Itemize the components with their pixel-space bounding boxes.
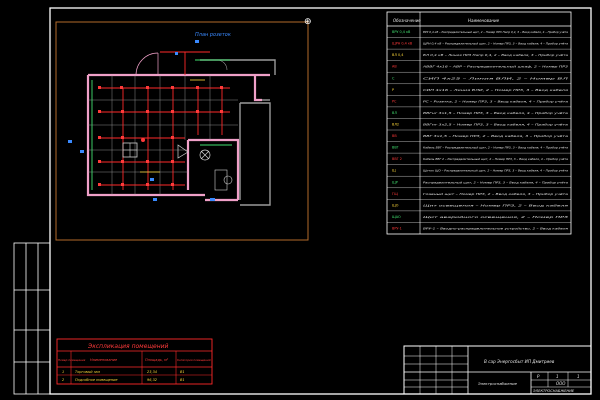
legend-symbol: АВ: [392, 65, 397, 69]
legend-symbol: Щ: [392, 169, 396, 173]
row-1-area: 23,34: [147, 370, 157, 374]
grid-lines: [88, 75, 238, 195]
cross-symbol: [199, 149, 211, 161]
drawing-sheet: ⊕ План розеток Обозначение Наименование …: [13, 7, 592, 395]
legend-symbol: ГЩ: [392, 192, 398, 196]
plan-crosshair: ⊕: [304, 17, 312, 27]
legend-symbol: РС: [392, 99, 397, 103]
legend-text: ВВГнг 3х1,5 – Номер ПРЗ, 3 – Ввод кабеля…: [423, 111, 569, 115]
legend-symbol: ЩО: [392, 203, 399, 207]
legend-symbol: ЩР: [392, 180, 398, 184]
equipment-markers: [68, 40, 215, 201]
legend-text: Кабель ВВГ 2 – Распределительный щит, 2 …: [423, 157, 568, 161]
legend-symbol: ВЛ2: [392, 123, 399, 127]
explication-header-num: Номер помещения: [58, 358, 86, 362]
legend-symbol: ЩРН 0,4 кВ: [392, 42, 413, 46]
explication-header-area: Площадь, м²: [145, 358, 169, 362]
row-2-num: 2: [62, 378, 65, 382]
stamp-stage: Р: [537, 374, 540, 379]
legend-text: Щит освещения – Номер ПРЗ, 2 – Ввод кабе…: [423, 203, 569, 207]
stamp-sheet: 1: [556, 374, 559, 379]
floor-plan: [68, 40, 276, 206]
legend-text: Щиток ЩО – Распределительный щит, 2 – Но…: [423, 169, 568, 173]
legend-text: СИП 4х16 – Линия ВЛИ, 2 – Номер ПРЗ, 3 –…: [423, 88, 569, 92]
legend-symbol: ВЛ: [392, 111, 397, 115]
legend-symbol: Р: [392, 88, 394, 92]
legend-text: АВВГ 4х16 – АВР – Распределительный шкаф…: [421, 65, 568, 69]
triangle-symbol: [177, 144, 189, 159]
row-2-area: 96,32: [147, 378, 158, 382]
row-1-cat: В1: [180, 370, 185, 374]
wiring: [100, 51, 230, 190]
legend-symbol: ВВГ 2: [392, 157, 402, 161]
legend-text: Кабель ВВГ – Распределительный щит, 2 – …: [423, 146, 568, 150]
legend-text: ВРУ-1 – Вводно-распределительное устройс…: [423, 227, 569, 231]
legend-symbol: ВРУ 0,4 кВ: [392, 30, 411, 34]
row-1-name: Торговый зал: [75, 370, 101, 374]
legend-text: СИП 4х25 – Линия ВЛИ, 2 – Номер ВЛ: [423, 76, 568, 80]
stamp-project: В сар Энергосбыт ИП Дмитриев: [484, 359, 555, 364]
stamp-sheets: 1: [577, 374, 580, 379]
legend-text: Главный щит – Номер ПРЗ, 2 – Ввод кабеля…: [423, 192, 569, 196]
legend-symbol: ВВ: [392, 134, 397, 138]
legend-rows: ВРУ 0,4 кВ ВРУ 0,4 кВ – Распределительный…: [387, 30, 571, 231]
door-arc: [135, 52, 159, 76]
explication-header-name: Наименование: [90, 358, 117, 362]
legend-symbol: ВВГ: [392, 146, 399, 150]
explication-header-cat: Категория помещений: [177, 358, 211, 362]
title-block: [403, 345, 592, 395]
explication-title: Экспликация помещений: [87, 343, 169, 350]
legend-symbol: ЩАО: [392, 215, 401, 219]
row-2-name: Подсобное помещение: [75, 378, 118, 382]
stamp-org: ООО: [556, 381, 565, 386]
legend-symbol: ВРУ-1: [392, 227, 402, 231]
socket-markers: [98, 86, 223, 186]
legend-text: ВВГнг 3х2,5 – Номер ПРЗ, 3 – Ввод кабеля…: [423, 123, 569, 127]
legend-text: Распределительный щит, 2 – Номер ПРЗ, 3 …: [423, 180, 569, 184]
red-dot: [141, 138, 145, 142]
legend-table: Обозначение Наименование ВРУ 0,4 кВ ВРУ 0…: [386, 11, 572, 235]
row-1-num: 1: [62, 370, 64, 374]
legend-text: ЩРН 0,4 кВ – Распределительный щит, 2 – …: [423, 42, 568, 46]
explication-table: Экспликация помещений Номер помещения На…: [56, 338, 213, 385]
row-2-cat: В1: [180, 378, 185, 382]
door-arc-2: [216, 59, 228, 71]
plan-label: План розеток: [195, 32, 231, 38]
legend-header-name: Наименование: [468, 18, 500, 23]
side-stamp: [13, 242, 51, 395]
legend-text: ВЛ 0,4 кВ – Линия ПРЗ Напр 0,4, 2 – Ввод…: [423, 53, 569, 57]
stamp-title: Электроснабжение: [477, 381, 518, 386]
legend-symbol: С: [392, 76, 395, 80]
legend-symbol: ВЛ 0,4: [392, 53, 403, 57]
legend-text: Щит аварийного освещения, 2 – Номер ПРЗ: [423, 215, 569, 219]
legend-header-symbol: Обозначение: [393, 18, 421, 23]
walls: [86, 73, 270, 202]
legend-text: ВВГ 3х1,5 – Номер ПРЗ, 2 – Ввод кабеля, …: [423, 134, 569, 138]
legend-text: ВРУ 0,4 кВ – Распределительный щит, 2 – …: [423, 30, 568, 34]
legend-text: РС – Розетка, 2 – Номер ПРЗ, 3 – Ввод ка…: [423, 99, 569, 103]
stamp-code: ЭЛЕКТРОСНАБЖЕНИЕ: [532, 389, 575, 393]
